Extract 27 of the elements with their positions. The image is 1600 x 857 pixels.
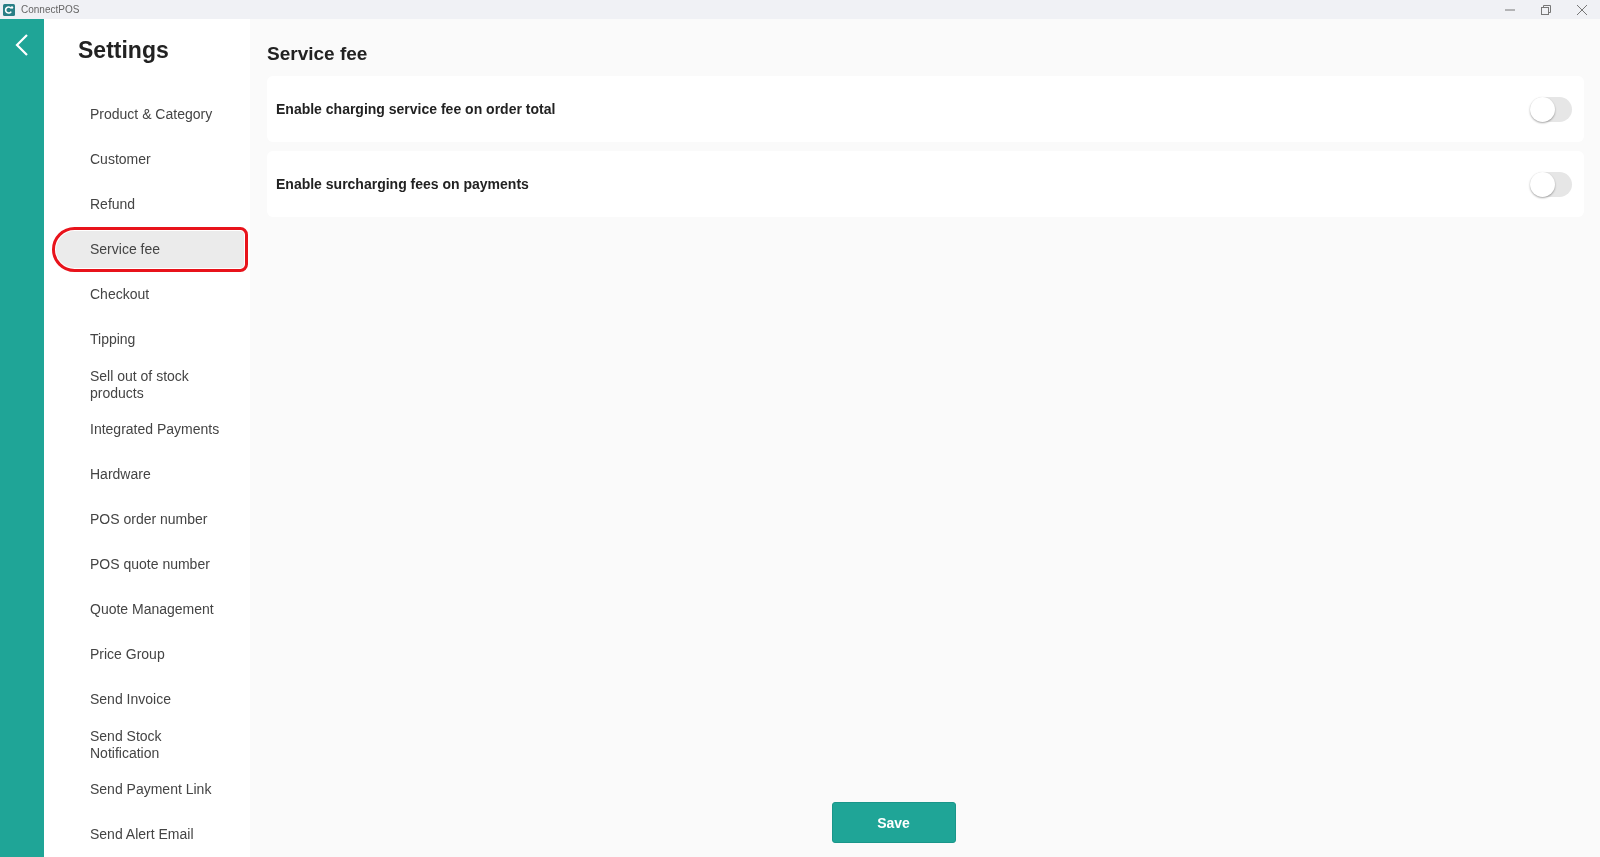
sidebar-item[interactable]: Product & Category (56, 96, 244, 133)
sidebar-item[interactable]: POS order number (56, 501, 244, 538)
sidebar-item[interactable]: Hardware (56, 456, 244, 493)
sidebar-title: Settings (77, 37, 170, 64)
page-title: Service fee (267, 43, 369, 65)
back-icon[interactable] (15, 33, 29, 57)
sidebar-item[interactable]: Checkout (56, 276, 244, 313)
sidebar-item[interactable]: Send Stock Notification (56, 726, 244, 763)
sidebar-item[interactable]: Integrated Payments (56, 411, 244, 448)
sidebar-item[interactable]: Send Payment Link (56, 771, 244, 808)
sidebar-item[interactable]: Price Group (56, 636, 244, 673)
sidebar-item[interactable]: Customer (56, 141, 244, 178)
setting-label: Enable surcharging fees on payments (276, 176, 529, 192)
close-icon[interactable] (1577, 4, 1587, 15)
sidebar-item[interactable]: Send Invoice (56, 681, 244, 718)
sidebar-item[interactable]: Quote Management (56, 591, 244, 628)
toggle-switch[interactable] (1530, 96, 1572, 122)
restore-icon[interactable] (1541, 4, 1551, 15)
app-logo-icon (3, 3, 15, 16)
sidebar-item[interactable]: Tipping (56, 321, 244, 358)
setting-label: Enable charging service fee on order total (276, 101, 556, 117)
sidebar-item[interactable]: POS quote number (56, 546, 244, 583)
sidebar-item[interactable]: Sell out of stock products (56, 366, 244, 403)
window-title: ConnectPOS (21, 4, 80, 15)
sidebar-item[interactable]: Refund (56, 186, 244, 223)
sidebar-item[interactable]: Send Alert Email (56, 816, 244, 853)
toggle-switch[interactable] (1530, 171, 1572, 197)
